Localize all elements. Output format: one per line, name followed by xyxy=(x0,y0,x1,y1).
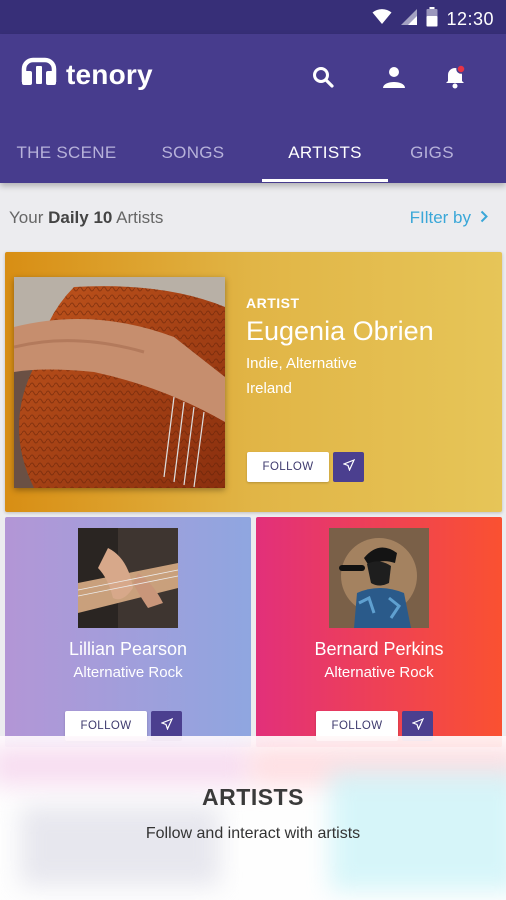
filter-bar: Your Daily 10 Artists FIlter by xyxy=(0,185,506,247)
search-button[interactable] xyxy=(306,62,340,96)
search-icon xyxy=(311,65,335,94)
status-bar: 12:30 xyxy=(0,0,506,34)
artist-card-lillian-pearson[interactable]: Lillian Pearson Alternative Rock FOLLOW xyxy=(5,517,251,747)
account-button[interactable] xyxy=(377,62,411,96)
notifications-button[interactable] xyxy=(438,62,472,96)
signal-icon xyxy=(400,8,418,31)
overlay-subtitle: Follow and interact with artists xyxy=(145,825,361,842)
tab-songs[interactable]: SONGS xyxy=(133,130,253,183)
tab-gigs[interactable]: GIGS xyxy=(388,130,476,183)
app-bar: tenory THE SCENE SONGS ARTISTS GIGS xyxy=(0,34,506,183)
blurred-background xyxy=(0,746,250,786)
active-tab-indicator xyxy=(262,179,388,182)
featured-artist-location: Ireland xyxy=(246,380,292,397)
app-logo[interactable]: tenory xyxy=(21,57,153,92)
artist-image-lillian-pearson xyxy=(78,528,178,628)
send-icon xyxy=(341,458,355,476)
featured-label: ARTIST xyxy=(246,295,300,311)
featured-artist-name: Eugenia Obrien xyxy=(246,316,434,346)
filter-by-button[interactable]: FIlter by xyxy=(410,208,488,228)
overlay-title: ARTISTS xyxy=(202,784,304,810)
feature-info-overlay: ARTISTS Follow and interact with artists xyxy=(0,736,506,900)
featured-artist-card[interactable]: ARTIST Eugenia Obrien Indie, Alternative… xyxy=(5,252,502,512)
app-name: tenory xyxy=(66,58,153,90)
artist-genre: Alternative Rock xyxy=(324,664,434,681)
headphones-logo-icon xyxy=(21,57,57,92)
filter-by-label: FIlter by xyxy=(409,208,471,227)
send-icon xyxy=(410,717,424,735)
featured-artist-image xyxy=(14,277,225,488)
featured-share-button[interactable] xyxy=(333,452,364,482)
tab-bar: THE SCENE SONGS ARTISTS GIGS xyxy=(0,130,506,183)
status-time: 12:30 xyxy=(446,9,494,29)
tab-the-scene[interactable]: THE SCENE xyxy=(0,130,133,183)
artist-genre: Alternative Rock xyxy=(73,664,183,681)
tab-artists[interactable]: ARTISTS xyxy=(262,130,388,183)
featured-follow-button[interactable]: FOLLOW xyxy=(247,452,329,482)
battery-icon xyxy=(426,7,438,32)
wifi-icon xyxy=(372,9,392,30)
heading-suffix: Artists xyxy=(116,208,164,227)
artist-name: Lillian Pearson xyxy=(68,639,188,659)
account-icon xyxy=(382,65,406,94)
blurred-background xyxy=(20,806,220,886)
artist-name: Bernard Perkins xyxy=(314,639,444,659)
chevron-right-icon xyxy=(480,208,488,228)
heading-highlight: Daily 10 xyxy=(48,208,113,227)
notifications-icon xyxy=(442,63,468,95)
featured-artist-genre: Indie, Alternative xyxy=(246,355,357,372)
heading-prefix: Your xyxy=(9,208,44,227)
artist-image-bernard-perkins xyxy=(329,528,429,628)
daily-artists-heading: Your Daily 10 Artists xyxy=(9,208,163,228)
send-icon xyxy=(159,717,173,735)
artist-card-bernard-perkins[interactable]: Bernard Perkins Alternative Rock FOLLOW xyxy=(256,517,502,747)
